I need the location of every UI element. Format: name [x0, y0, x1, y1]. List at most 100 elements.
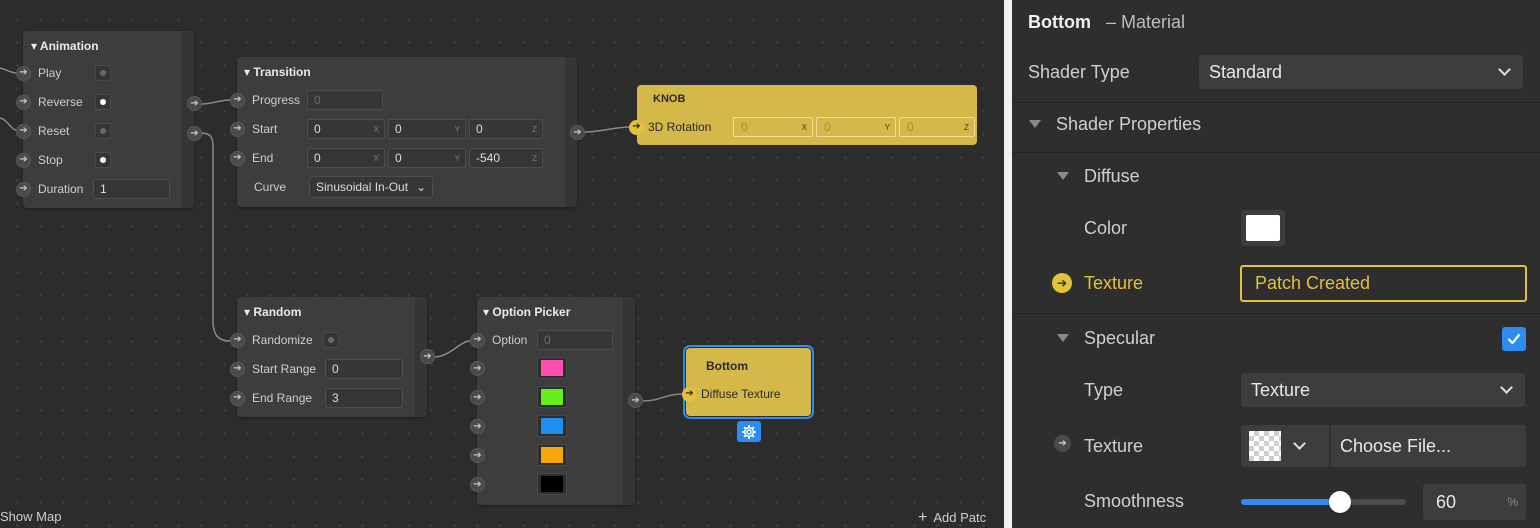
diffuse-texture-field[interactable]: Patch Created — [1240, 265, 1527, 302]
output-port-icon[interactable]: ➔ — [187, 126, 202, 141]
patch-title: ▾ Transition — [244, 65, 311, 79]
start-y-field[interactable]: 0Y — [388, 119, 466, 139]
chevron-down-icon: ⌄ — [416, 180, 427, 194]
arrow-right-icon[interactable]: ➔ — [470, 448, 485, 463]
input-row-start: ➔ Start 0X 0Y 0Z — [230, 118, 543, 140]
input-row-reset: ➔ Reset — [16, 120, 111, 142]
rotation-z-field[interactable]: 0Z — [899, 117, 975, 137]
smoothness-label: Smoothness — [1084, 491, 1185, 511]
arrow-right-icon[interactable]: ➔ — [16, 152, 31, 168]
choose-file-button[interactable]: Choose File... — [1331, 425, 1526, 467]
texture-port-icon[interactable]: ➔ — [1052, 273, 1072, 293]
gear-glyph — [742, 424, 756, 439]
duration-field[interactable]: 1 — [93, 179, 170, 199]
specular-texture-port-icon[interactable]: ➔ — [1054, 435, 1071, 452]
reverse-checkbox[interactable] — [95, 94, 111, 110]
arrow-right-icon[interactable]: ➔ — [16, 181, 31, 197]
gear-icon[interactable] — [737, 421, 761, 442]
option-picker-patch[interactable]: ▾ Option Picker ➔ Option 0 ➔ ➔ ➔ ➔ ➔ — [470, 297, 635, 505]
chevron-down-icon — [1293, 437, 1306, 450]
end-x-field[interactable]: 0X — [307, 148, 385, 168]
option-field[interactable]: 0 — [537, 330, 613, 350]
animation-patch[interactable]: ▾ Animation ➔ Play ➔ Reverse ➔ Reset ➔ S… — [16, 31, 194, 208]
specular-type-select[interactable]: Texture — [1241, 373, 1525, 407]
smoothness-value-field[interactable]: 60 % — [1423, 484, 1526, 520]
percent-unit: % — [1507, 495, 1518, 509]
start-x-field[interactable]: 0X — [307, 119, 385, 139]
color-option-green[interactable] — [537, 386, 567, 408]
output-port-icon[interactable]: ➔ — [628, 393, 643, 408]
input-row-option: ➔ Option 0 — [470, 329, 613, 351]
checkerboard-thumbnail-icon — [1249, 431, 1281, 461]
arrow-right-icon[interactable]: ➔ — [470, 390, 485, 405]
rotation-x-field[interactable]: 0X — [733, 117, 813, 137]
output-port-icon[interactable]: ➔ — [187, 96, 202, 111]
input-label: Curve — [254, 180, 287, 194]
curve-select[interactable]: Sinusoidal In-Out ⌄ — [309, 176, 434, 198]
start-z-field[interactable]: 0Z — [469, 119, 543, 139]
bottom-material-patch[interactable]: Bottom ➔ Diffuse Texture — [682, 345, 814, 419]
arrow-right-icon[interactable]: ➔ — [230, 150, 245, 166]
arrow-right-icon[interactable]: ➔ — [470, 419, 485, 434]
arrow-right-icon[interactable]: ➔ — [230, 121, 245, 137]
stop-checkbox[interactable] — [95, 152, 111, 168]
color-option-pink[interactable] — [537, 357, 567, 379]
input-row-progress: ➔ Progress 0 — [230, 89, 383, 111]
wire — [433, 340, 471, 358]
input-row-curve: Curve Sinusoidal In-Out ⌄ — [254, 176, 434, 198]
patch-editor-canvas[interactable]: ▾ Animation ➔ Play ➔ Reverse ➔ Reset ➔ S… — [0, 0, 1004, 528]
play-checkbox[interactable] — [95, 65, 111, 81]
progress-field[interactable]: 0 — [307, 90, 383, 110]
rotation-y-field[interactable]: 0Y — [816, 117, 896, 137]
slider-thumb[interactable] — [1329, 491, 1351, 513]
arrow-right-icon[interactable]: ➔ — [230, 361, 245, 377]
texture-picker-button[interactable] — [1241, 425, 1329, 467]
shader-type-select[interactable]: Standard — [1199, 55, 1523, 89]
input-label: Randomize — [252, 333, 313, 347]
color-option-blue[interactable] — [537, 415, 567, 437]
reset-checkbox[interactable] — [95, 123, 111, 139]
input-label: Stop — [38, 153, 63, 167]
texture-label: Texture — [1084, 273, 1144, 293]
end-z-field[interactable]: -540 Z — [469, 148, 543, 168]
input-label: 3D Rotation — [648, 120, 712, 134]
arrow-right-icon[interactable]: ➔ — [470, 361, 485, 376]
output-port-icon[interactable]: ➔ — [420, 349, 435, 364]
arrow-right-icon[interactable]: ➔ — [230, 332, 245, 348]
patch-title: ▾ Animation — [31, 39, 99, 53]
patch-title: Bottom — [706, 359, 748, 373]
end-range-field[interactable]: 3 — [325, 388, 403, 408]
disclosure-triangle-icon — [1057, 334, 1069, 342]
transition-patch[interactable]: ▾ Transition ➔ Progress 0 ➔ Start 0X 0Y … — [230, 57, 577, 207]
arrow-right-icon[interactable]: ➔ — [629, 119, 644, 135]
input-label: Start — [252, 122, 278, 136]
arrow-right-icon[interactable]: ➔ — [682, 386, 697, 402]
show-map-button[interactable]: Show Map — [0, 509, 61, 524]
output-port-icon[interactable]: ➔ — [570, 125, 585, 140]
panel-divider[interactable] — [1004, 0, 1012, 528]
arrow-right-icon[interactable]: ➔ — [16, 65, 31, 81]
slider-fill — [1241, 499, 1340, 505]
diffuse-color-swatch[interactable] — [1241, 210, 1285, 246]
add-patch-button[interactable]: + Add Patc — [918, 509, 986, 527]
arrow-right-icon[interactable]: ➔ — [470, 477, 485, 492]
arrow-right-icon[interactable]: ➔ — [16, 94, 31, 110]
knob-patch[interactable]: KNOB ➔ 3D Rotation 0X 0Y 0Z — [629, 85, 977, 145]
plus-icon: + — [918, 509, 928, 526]
smoothness-slider[interactable] — [1241, 491, 1406, 513]
start-range-field[interactable]: 0 — [325, 359, 403, 379]
color-option-orange[interactable] — [537, 444, 567, 466]
specular-checkbox[interactable] — [1502, 327, 1526, 351]
input-label: Start Range — [252, 362, 317, 376]
input-label: Progress — [252, 93, 301, 107]
end-y-field[interactable]: 0Y — [388, 148, 466, 168]
color-fill — [1246, 215, 1280, 241]
randomize-checkbox[interactable] — [323, 332, 339, 348]
arrow-right-icon[interactable]: ➔ — [16, 123, 31, 139]
random-patch[interactable]: ▾ Random ➔ Randomize ➔ Start Range 0 ➔ E… — [230, 297, 427, 417]
color-option-black[interactable] — [537, 473, 567, 495]
arrow-right-icon[interactable]: ➔ — [230, 92, 245, 108]
arrow-right-icon[interactable]: ➔ — [230, 390, 245, 406]
input-row-end-range: ➔ End Range 3 — [230, 387, 403, 409]
arrow-right-icon[interactable]: ➔ — [470, 332, 485, 348]
